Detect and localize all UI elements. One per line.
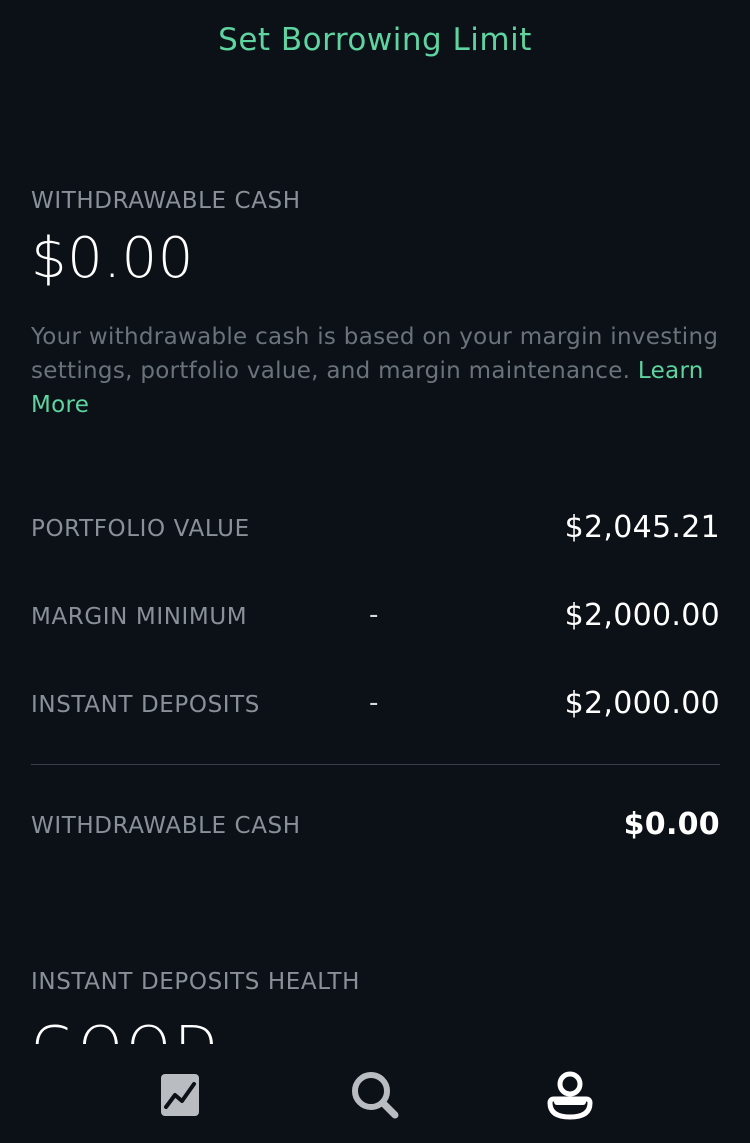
- row-value: $2,045.21: [564, 510, 720, 545]
- screen: Set Borrowing Limit WITHDRAWABLE CASH $0…: [0, 0, 750, 1143]
- bottom-tab-bar: [0, 1045, 750, 1143]
- tab-portfolio[interactable]: [150, 1065, 210, 1125]
- tab-account[interactable]: [540, 1065, 600, 1125]
- search-icon: [344, 1065, 404, 1125]
- tab-search[interactable]: [344, 1065, 404, 1125]
- row-value: $2,000.00: [564, 598, 720, 633]
- row-label: INSTANT DEPOSITS: [31, 692, 260, 718]
- margin-minimum-row: MARGIN MINIMUM - $2,000.00: [31, 598, 720, 638]
- description-text: Your withdrawable cash is based on your …: [31, 324, 719, 384]
- row-label: MARGIN MINIMUM: [31, 604, 248, 630]
- withdrawable-cash-heading: WITHDRAWABLE CASH: [31, 188, 301, 214]
- chart-icon: [150, 1065, 210, 1125]
- account-icon: [540, 1065, 600, 1125]
- row-label: WITHDRAWABLE CASH: [31, 813, 301, 839]
- portfolio-value-row: PORTFOLIO VALUE $2,045.21: [31, 510, 720, 550]
- row-operator: -: [369, 688, 379, 718]
- row-label: PORTFOLIO VALUE: [31, 516, 250, 542]
- set-borrowing-limit-link[interactable]: Set Borrowing Limit: [0, 22, 750, 58]
- withdrawable-cash-total-row: WITHDRAWABLE CASH $0.00: [31, 807, 720, 847]
- withdrawable-cash-amount: $0.00: [31, 226, 194, 291]
- row-operator: -: [369, 600, 379, 630]
- row-value: $2,000.00: [564, 686, 720, 721]
- instant-deposits-row: INSTANT DEPOSITS - $2,000.00: [31, 686, 720, 726]
- instant-deposits-health-value: GOOD: [31, 1008, 222, 1044]
- divider: [31, 764, 720, 765]
- instant-deposits-health-heading: INSTANT DEPOSITS HEALTH: [31, 969, 361, 995]
- withdrawable-description: Your withdrawable cash is based on your …: [31, 320, 721, 422]
- row-value: $0.00: [623, 807, 720, 842]
